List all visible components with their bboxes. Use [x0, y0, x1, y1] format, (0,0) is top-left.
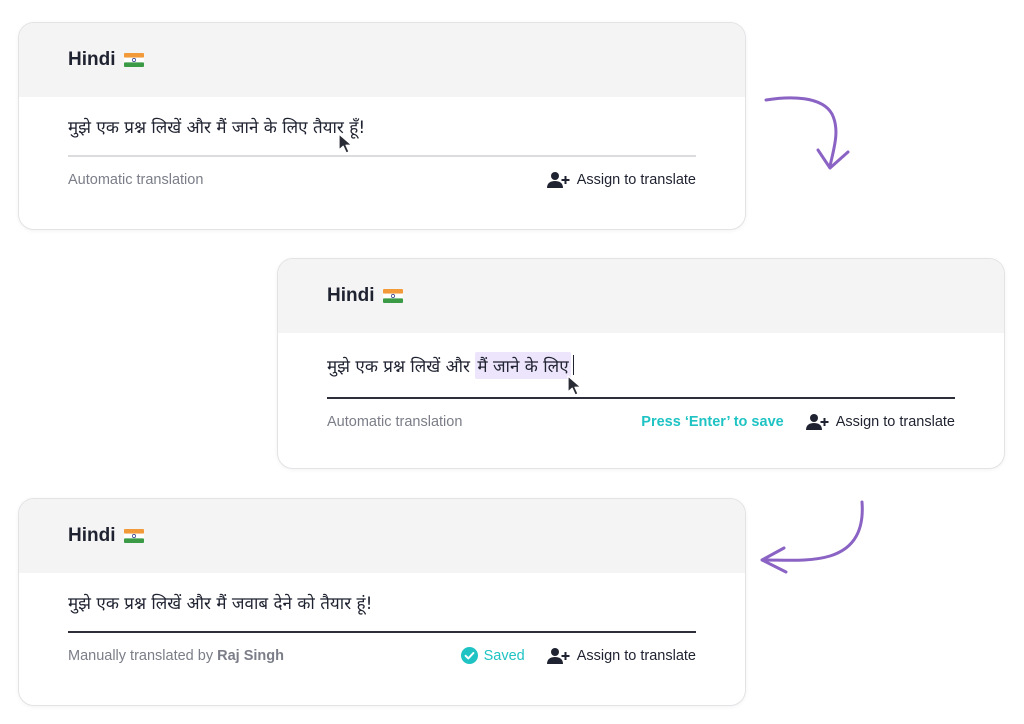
assign-label: Assign to translate [576, 647, 696, 664]
card-header: Hindi [19, 23, 745, 97]
card-footer: Automatic translation Assign to translat… [68, 157, 696, 203]
mouse-pointer-icon [567, 375, 582, 396]
language-name: Hindi [68, 49, 116, 70]
assign-label: Assign to translate [835, 413, 955, 430]
saved-status: Saved [460, 647, 525, 664]
translation-text-field[interactable]: मुझे एक प्रश्न लिखें और मैं जवाब देने को… [68, 573, 696, 631]
curved-arrow-left-icon [760, 500, 864, 574]
translation-source-label: Automatic translation [327, 413, 463, 430]
add-user-icon [805, 413, 829, 430]
curved-arrow-down-icon [764, 96, 850, 170]
language-name: Hindi [68, 525, 116, 546]
translated-by-label: Manually translated by [68, 647, 214, 664]
translation-text-input[interactable]: मुझे एक प्रश्न लिखें और मैं जाने के लिए [327, 333, 955, 397]
footer-actions: Saved Assign to translate [460, 647, 696, 665]
card-body: मुझे एक प्रश्न लिखें और मैं जवाब देने को… [19, 573, 745, 679]
check-circle-icon [460, 647, 478, 664]
assign-to-translate-button[interactable]: Assign to translate [805, 413, 955, 431]
card-footer: Manually translated by Raj Singh Saved A… [68, 633, 696, 679]
add-user-icon [546, 647, 570, 664]
translation-source-label: Manually translated by Raj Singh [68, 648, 284, 664]
assign-to-translate-button[interactable]: Assign to translate [546, 171, 696, 189]
card-body: मुझे एक प्रश्न लिखें और मैं जाने के लिए … [19, 97, 745, 203]
india-flag-icon [123, 529, 144, 543]
mouse-pointer-icon [338, 133, 353, 154]
translation-source-label: Automatic translation [68, 172, 204, 188]
india-flag-icon [123, 53, 144, 67]
language-name: Hindi [327, 285, 375, 306]
translator-name: Raj Singh [217, 647, 284, 664]
assign-to-translate-button[interactable]: Assign to translate [546, 647, 696, 665]
card-body: मुझे एक प्रश्न लिखें और मैं जाने के लिए … [278, 333, 1004, 445]
translation-text: मुझे एक प्रश्न लिखें और मैं जाने के लिए … [68, 117, 366, 138]
translation-text: मुझे एक प्रश्न लिखें और मैं जवाब देने को… [68, 593, 373, 614]
card-footer: Automatic translation Press ‘Enter’ to s… [327, 399, 955, 445]
assign-label: Assign to translate [576, 172, 696, 188]
selected-text: मैं जाने के लिए [475, 351, 571, 379]
save-hint: Press ‘Enter’ to save [641, 413, 784, 430]
india-flag-icon [382, 289, 403, 303]
translation-card-3: Hindi मुझे एक प्रश्न लिखें और मैं जवाब द… [18, 498, 746, 706]
card-header: Hindi [19, 499, 745, 573]
text-caret [572, 355, 575, 375]
footer-actions: Press ‘Enter’ to save Assign to translat… [641, 413, 955, 431]
translation-card-2: Hindi मुझे एक प्रश्न लिखें और मैं जाने क… [277, 258, 1005, 469]
translation-card-1: Hindi मुझे एक प्रश्न लिखें और मैं जाने क… [18, 22, 746, 230]
card-header: Hindi [278, 259, 1004, 333]
add-user-icon [546, 172, 570, 188]
translation-text-field[interactable]: मुझे एक प्रश्न लिखें और मैं जाने के लिए … [68, 97, 696, 155]
saved-label: Saved [483, 647, 525, 664]
translation-text-prefix: मुझे एक प्रश्न लिखें और [327, 356, 470, 377]
